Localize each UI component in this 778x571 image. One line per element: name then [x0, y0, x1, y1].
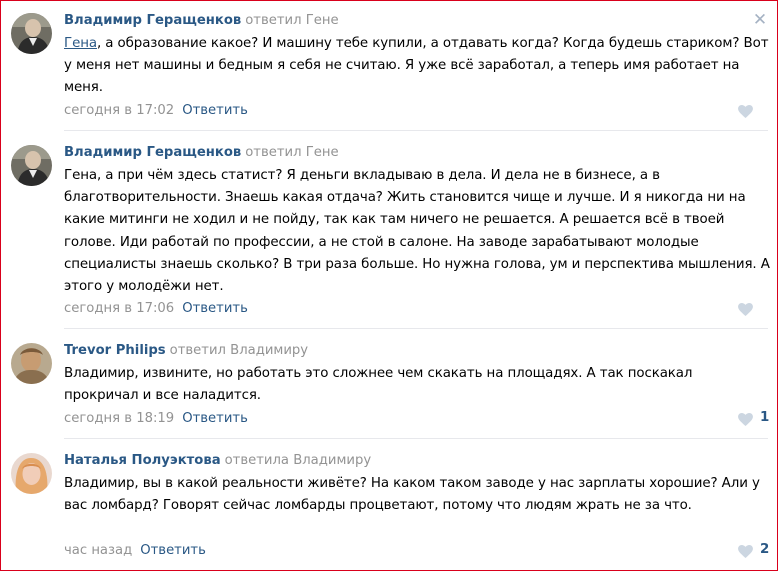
like-button[interactable]: 2 [738, 542, 774, 559]
comment-text: Владимир, извините, но работать это слож… [64, 366, 693, 404]
like-button[interactable] [738, 300, 774, 317]
avatar[interactable] [11, 453, 52, 494]
close-icon[interactable]: ✕ [750, 10, 770, 30]
comment-header: Владимир Геращенков ответил Гене [64, 144, 339, 161]
heart-icon [738, 413, 753, 426]
avatar[interactable] [11, 13, 52, 54]
author-name[interactable]: Владимир Геращенков [64, 13, 241, 28]
heart-icon [738, 303, 753, 316]
author-name[interactable]: Наталья Полуэктова [64, 453, 221, 468]
like-count: 2 [760, 542, 770, 557]
heart-icon [738, 545, 753, 558]
comment-meta: сегодня в 17:06 Ответить [64, 300, 248, 317]
like-button[interactable]: 1 [738, 410, 774, 427]
comment-text: Гена, а при чём здесь статист? Я деньги … [64, 168, 770, 295]
replied-to[interactable]: ответил Гене [245, 145, 338, 160]
timestamp[interactable]: сегодня в 18:19 [64, 411, 174, 426]
author-name[interactable]: Владимир Геращенков [64, 145, 241, 160]
divider [64, 328, 768, 329]
comment-text-content: , а образование какое? И машину тебе куп… [64, 36, 769, 96]
reply-button[interactable]: Ответить [182, 301, 248, 316]
divider [64, 438, 768, 439]
comment-meta: час назад Ответить [64, 542, 206, 559]
timestamp[interactable]: сегодня в 17:06 [64, 301, 174, 316]
avatar[interactable] [11, 343, 52, 384]
avatar[interactable] [11, 145, 52, 186]
comment-meta: сегодня в 17:02 Ответить [64, 102, 248, 119]
replied-to[interactable]: ответила Владимиру [225, 453, 372, 468]
timestamp[interactable]: сегодня в 17:02 [64, 103, 174, 118]
comment-header: Наталья Полуэктова ответила Владимиру [64, 452, 371, 469]
comment-meta: сегодня в 18:19 Ответить [64, 410, 248, 427]
comment-text: Гена, а образование какое? И машину тебе… [64, 33, 770, 100]
replied-to[interactable]: ответил Владимиру [170, 343, 308, 358]
reply-button[interactable]: Ответить [182, 411, 248, 426]
timestamp[interactable]: час назад [64, 543, 132, 558]
reply-button[interactable]: Ответить [140, 543, 206, 558]
mention-link[interactable]: Гена [64, 36, 97, 51]
like-count: 1 [760, 410, 770, 425]
comment-header: Trevor Philips ответил Владимиру [64, 342, 308, 359]
replied-to[interactable]: ответил Гене [245, 13, 338, 28]
reply-button[interactable]: Ответить [182, 103, 248, 118]
author-name[interactable]: Trevor Philips [64, 343, 166, 358]
divider [64, 130, 768, 131]
comment-text: Владимир, вы в какой реальности живёте? … [64, 476, 760, 514]
heart-icon [738, 105, 753, 118]
comment-header: Владимир Геращенков ответил Гене [64, 12, 339, 29]
like-button[interactable] [738, 102, 774, 119]
